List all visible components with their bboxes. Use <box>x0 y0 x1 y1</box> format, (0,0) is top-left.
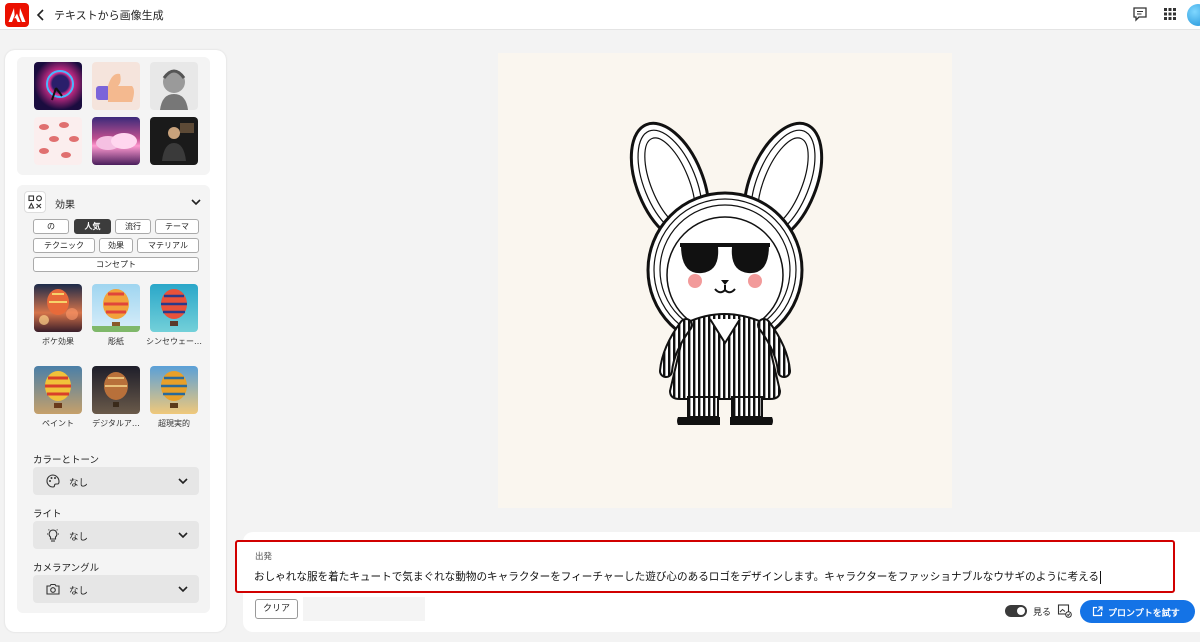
try-prompt-label: プロンプトを試す <box>1108 609 1180 619</box>
comment-icon[interactable] <box>1131 5 1149 23</box>
effects-shapes-icon <box>28 195 42 209</box>
balloon-bokeh-art <box>39 289 78 325</box>
chevron-down-icon[interactable] <box>190 196 202 208</box>
page-title: テキストから画像生成 <box>54 9 164 22</box>
chip-technique[interactable]: テクニック <box>33 238 95 253</box>
style-thumb-digital[interactable] <box>92 366 140 414</box>
reference-thumb-thumbsup[interactable] <box>92 62 140 110</box>
light-dropdown[interactable]: なし <box>33 521 199 549</box>
adobe-logo-icon <box>8 8 26 22</box>
balloon-synthwave-art <box>161 289 187 326</box>
reference-thumb-person[interactable] <box>150 117 198 165</box>
camera-angle-dropdown[interactable]: なし <box>33 575 199 603</box>
person-art <box>162 123 194 161</box>
style-label-digital: デジタルア… <box>92 419 140 428</box>
chip-trend[interactable]: 流行 <box>115 219 151 234</box>
color-tone-label: カラーとトーン <box>33 455 100 466</box>
style-thumb-surreal[interactable] <box>150 366 198 414</box>
balloon-paper-art <box>92 289 140 332</box>
balloon-digital-art <box>104 372 128 407</box>
style-label-paper: 彫紙 <box>108 337 124 346</box>
style-thumb-bokeh[interactable] <box>34 284 82 332</box>
rabbit-character-illustration <box>629 121 824 425</box>
text-caret <box>1099 570 1101 584</box>
camera-angle-value: なし <box>69 586 89 597</box>
reference-thumb-pattern[interactable] <box>34 117 82 165</box>
style-thumb-paper[interactable] <box>92 284 140 332</box>
prompt-label: 出発 <box>255 552 273 562</box>
camera-angle-label: カメラアングル <box>33 563 100 574</box>
prompt-text-wrapper: おしゃれな服を着たキュートで気まぐれな動物のキャラクターをフィーチャーした遊び心… <box>254 569 1159 584</box>
app-header: テキストから画像生成 <box>0 0 1200 30</box>
chip-no[interactable]: の <box>33 219 69 234</box>
lightbulb-icon <box>47 529 59 542</box>
balloon-paint-art <box>45 371 71 408</box>
view-toggle-label: 見る <box>1033 608 1052 618</box>
palette-icon <box>46 474 60 488</box>
chip-effect[interactable]: 効果 <box>99 238 133 253</box>
style-label-paint: ペイント <box>42 419 74 428</box>
back-chevron-icon[interactable] <box>33 6 49 24</box>
style-label-surreal: 超現実的 <box>158 419 190 428</box>
style-label-synthwave: シンセウェー… <box>146 337 202 346</box>
chip-material[interactable]: マテリアル <box>137 238 199 253</box>
balloon-surreal-art <box>161 371 187 408</box>
clear-button[interactable]: クリア <box>255 599 298 619</box>
chip-theme[interactable]: テーマ <box>155 219 199 234</box>
prompt-text: おしゃれな服を着たキュートで気まぐれな動物のキャラクターをフィーチャーした遊び心… <box>254 571 1099 583</box>
prompt-suggestion-area <box>303 597 425 621</box>
style-thumb-paint[interactable] <box>34 366 82 414</box>
user-avatar[interactable] <box>1187 4 1200 26</box>
chip-popular[interactable]: 人気 <box>74 219 111 234</box>
try-prompt-button[interactable]: プロンプトを試す <box>1080 600 1195 623</box>
style-thumb-synthwave[interactable] <box>150 284 198 332</box>
external-edit-icon <box>1092 606 1103 617</box>
clouds-art <box>96 133 137 150</box>
light-label: ライト <box>33 509 62 520</box>
adobe-logo[interactable] <box>5 3 29 27</box>
chevron-down-icon <box>178 532 188 539</box>
prompt-input[interactable]: 出発 おしゃれな服を着たキュートで気まぐれな動物のキャラクターをフィーチャーした… <box>235 540 1175 593</box>
statue-art <box>160 69 188 110</box>
camera-icon <box>46 583 60 595</box>
reference-thumb-clouds[interactable] <box>92 117 140 165</box>
style-label-bokeh: ボケ効果 <box>42 337 74 346</box>
image-check-icon[interactable] <box>1057 603 1072 618</box>
generated-image[interactable] <box>498 53 952 508</box>
view-toggle[interactable] <box>1005 605 1027 617</box>
light-value: なし <box>69 532 89 543</box>
thumbs-up-art <box>96 73 134 102</box>
effects-icon <box>24 191 46 213</box>
neon-figure-art <box>46 70 74 101</box>
pattern-art <box>39 122 79 158</box>
chevron-down-icon <box>178 478 188 485</box>
apps-grid-icon[interactable] <box>1161 5 1179 23</box>
chip-concept[interactable]: コンセプト <box>33 257 199 272</box>
color-tone-value: なし <box>69 478 89 489</box>
effects-title: 効果 <box>55 200 75 211</box>
reference-thumb-neon[interactable] <box>34 62 82 110</box>
color-tone-dropdown[interactable]: なし <box>33 467 199 495</box>
reference-thumb-statue[interactable] <box>150 62 198 110</box>
chevron-down-icon <box>178 586 188 593</box>
